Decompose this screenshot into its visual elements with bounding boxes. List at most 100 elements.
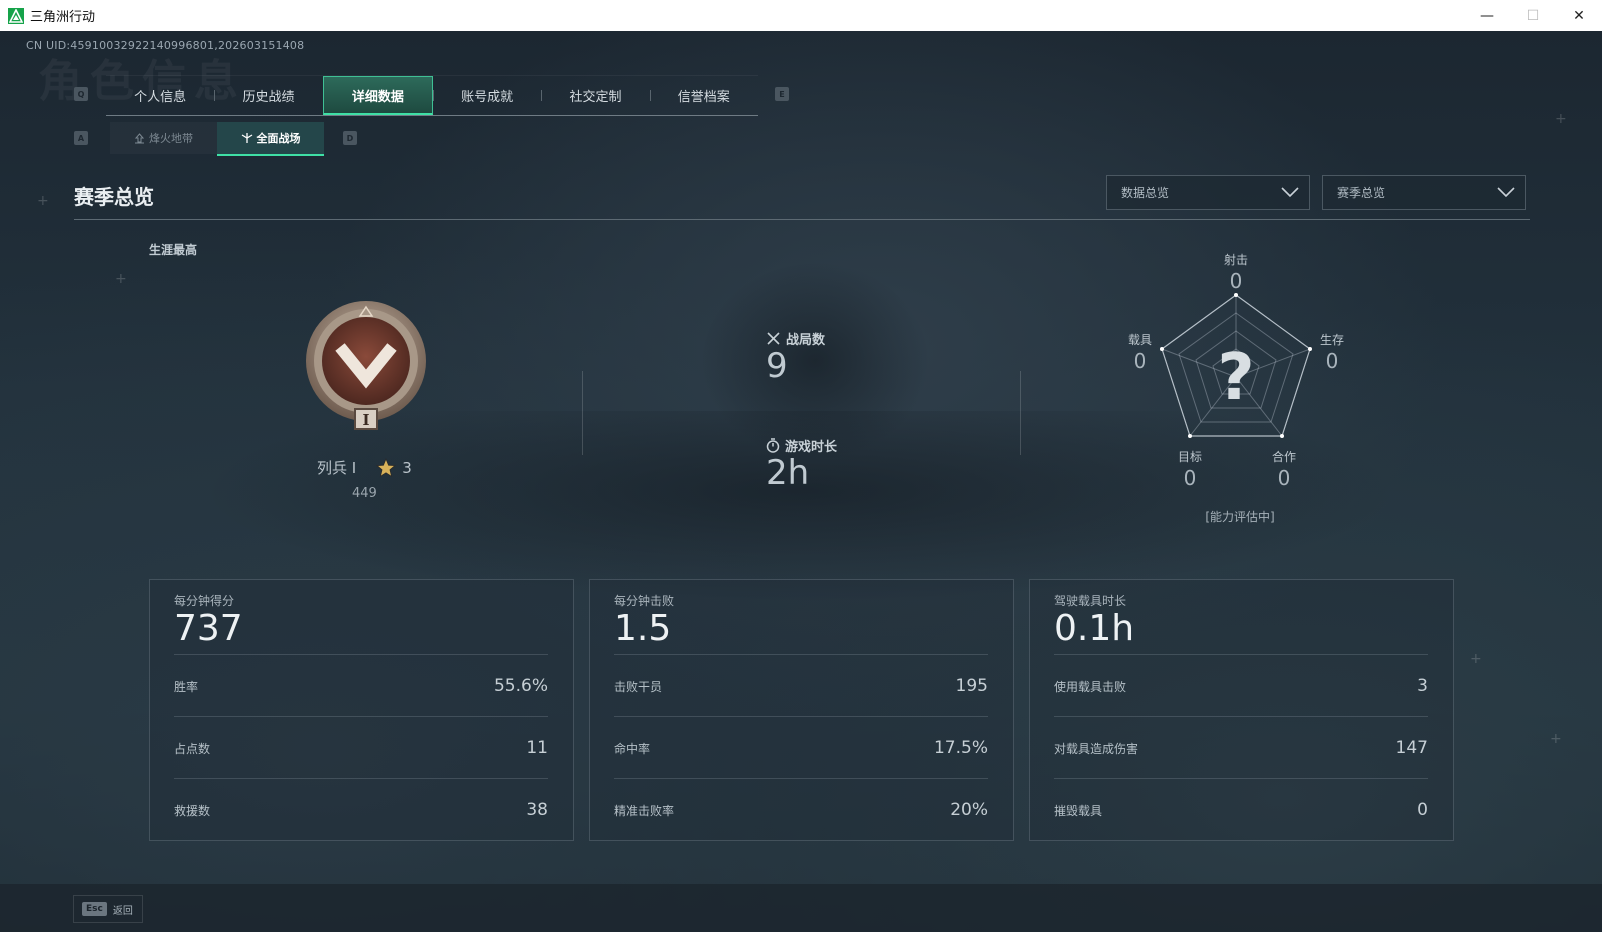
back-button[interactable]: Esc 返回 (73, 895, 143, 923)
decor-plus-icon: + (1555, 111, 1567, 127)
footer-bar (0, 884, 1602, 932)
card-row-label: 占点数 (174, 741, 211, 756)
card-row-value: 147 (1395, 738, 1428, 758)
score-stats-card: 每分钟得分 737 胜率 55.6% 占点数 11 救援数 38 (149, 579, 574, 841)
sub-tabs: 烽火地带 全面战场 (110, 122, 324, 156)
card-row-value: 38 (526, 800, 548, 820)
vehicle-stats-card: 驾驶载具时长 0.1h 使用载具击败 3 对载具造成伤害 147 摧毁载具 0 (1029, 579, 1454, 841)
key-hint-q: Q (74, 87, 88, 101)
card-row: 命中率 17.5% (614, 716, 988, 779)
card-row: 占点数 11 (174, 716, 548, 779)
close-button[interactable]: ✕ (1556, 0, 1602, 31)
app-logo-icon (8, 7, 24, 24)
rank-numeral: I (362, 411, 369, 429)
star-icon (376, 457, 397, 477)
game-viewport: 角色信息 + + + + + CN UID:459100329221409968… (0, 31, 1602, 932)
card-head-label: 每分钟得分 (174, 594, 235, 608)
card-row-label: 精准击败率 (614, 803, 675, 818)
warzone-icon (134, 132, 145, 143)
minimize-button[interactable]: — (1464, 0, 1510, 31)
card-head-value: 0.1h (1054, 608, 1135, 649)
rank-badge-icon: I (302, 299, 430, 437)
maximize-button[interactable]: ☐ (1510, 0, 1556, 31)
playtime-value: 2h (766, 453, 810, 493)
season-overview-dropdown-value: 赛季总览 (1337, 186, 1386, 200)
rank-name-row: 列兵 I 3 (317, 457, 412, 478)
matches-label: 战局数 (786, 333, 826, 348)
card-row-label: 对载具造成伤害 (1054, 741, 1139, 756)
decor-plus-icon: + (115, 271, 127, 287)
rank-name: 列兵 I (317, 459, 357, 477)
card-row-value: 55.6% (493, 676, 548, 696)
battlefield-icon (241, 133, 252, 143)
card-row-value: 195 (955, 676, 988, 696)
card-row-value: 20% (950, 800, 988, 820)
card-row-label: 摧毁载具 (1054, 803, 1103, 818)
back-label: 返回 (112, 905, 133, 917)
section-divider (74, 219, 1530, 220)
radar-label-shooting: 射击 (1223, 253, 1248, 267)
column-divider (582, 371, 583, 455)
radar-label-survival: 生存 (1319, 333, 1344, 347)
rank-score: 449 (352, 486, 377, 501)
card-row-label: 命中率 (614, 741, 651, 756)
subtab-warzone[interactable]: 烽火地带 (110, 122, 217, 154)
radar-label-vehicle: 载具 (1127, 333, 1152, 347)
career-best-label: 生涯最高 (149, 243, 198, 257)
tab-achievements[interactable]: 账号成就 (432, 76, 541, 115)
card-row: 击败干员 195 (614, 654, 988, 717)
esc-key-hint: Esc (82, 902, 107, 916)
subtab-full-battlefield-label: 全面战场 (256, 132, 301, 145)
card-row-label: 救援数 (174, 803, 211, 818)
kill-stats-card: 每分钟击败 1.5 击败干员 195 命中率 17.5% 精准击败率 20% (589, 579, 1014, 841)
season-overview-dropdown[interactable]: 赛季总览 (1322, 175, 1526, 210)
subtab-warzone-label: 烽火地带 (149, 132, 193, 145)
tab-match-history[interactable]: 历史战绩 (214, 76, 322, 115)
card-head-label: 每分钟击败 (614, 594, 675, 608)
main-tabs: 个人信息 历史战绩 详细数据 账号成就 社交定制 信誉档案 (106, 75, 758, 116)
data-overview-dropdown[interactable]: 数据总览 (1106, 175, 1310, 210)
card-row-value: 0 (1417, 800, 1428, 820)
key-hint-d: D (343, 131, 357, 145)
card-row: 救援数 38 (174, 778, 548, 841)
card-head-value: 737 (174, 608, 243, 649)
radar-status: [能力评估中] (1205, 510, 1275, 524)
window-titlebar: 三角洲行动 — ☐ ✕ (0, 0, 1602, 32)
decor-plus-icon: + (1550, 731, 1562, 747)
card-row-value: 3 (1417, 676, 1428, 696)
radar-value-teamwork: 0 (1277, 466, 1291, 490)
decor-plus-icon: + (37, 193, 49, 209)
card-row: 使用载具击败 3 (1054, 654, 1428, 717)
card-head-value: 1.5 (614, 608, 672, 649)
radar-unknown-mark: ? (1217, 341, 1254, 415)
card-row: 摧毁载具 0 (1054, 778, 1428, 841)
radar-value-vehicle: 0 (1133, 349, 1147, 373)
tab-personal-info[interactable]: 个人信息 (106, 76, 214, 115)
decor-plus-icon: + (1470, 651, 1482, 667)
section-title: 赛季总览 (74, 185, 154, 209)
key-hint-e: E (775, 87, 789, 101)
window-title: 三角洲行动 (30, 10, 96, 25)
card-row: 精准击败率 20% (614, 778, 988, 841)
tab-social-custom[interactable]: 社交定制 (541, 76, 649, 115)
card-row-value: 11 (526, 738, 548, 758)
data-overview-dropdown-value: 数据总览 (1121, 186, 1170, 200)
card-row: 胜率 55.6% (174, 654, 548, 717)
radar-label-teamwork: 合作 (1271, 450, 1296, 464)
card-row: 对载具造成伤害 147 (1054, 716, 1428, 779)
radar-label-objective: 目标 (1177, 450, 1202, 464)
window-controls: — ☐ ✕ (1464, 0, 1602, 31)
card-row-label: 使用载具击败 (1054, 679, 1127, 694)
card-row-label: 击败干员 (614, 679, 663, 694)
chevron-down-icon (1497, 187, 1515, 198)
tab-credit-record[interactable]: 信誉档案 (649, 76, 758, 115)
radar-value-objective: 0 (1183, 466, 1197, 490)
matches-value: 9 (766, 346, 788, 386)
player-uid: CN UID:4591003292214099680​1,20260315140… (26, 39, 305, 52)
radar-value-survival: 0 (1325, 349, 1339, 373)
card-row-value: 17.5% (933, 738, 988, 758)
crossed-swords-icon (767, 332, 780, 345)
subtab-full-battlefield[interactable]: 全面战场 (217, 122, 324, 156)
tab-detailed-data[interactable]: 详细数据 (322, 76, 433, 115)
rank-stars: 3 (402, 458, 412, 477)
